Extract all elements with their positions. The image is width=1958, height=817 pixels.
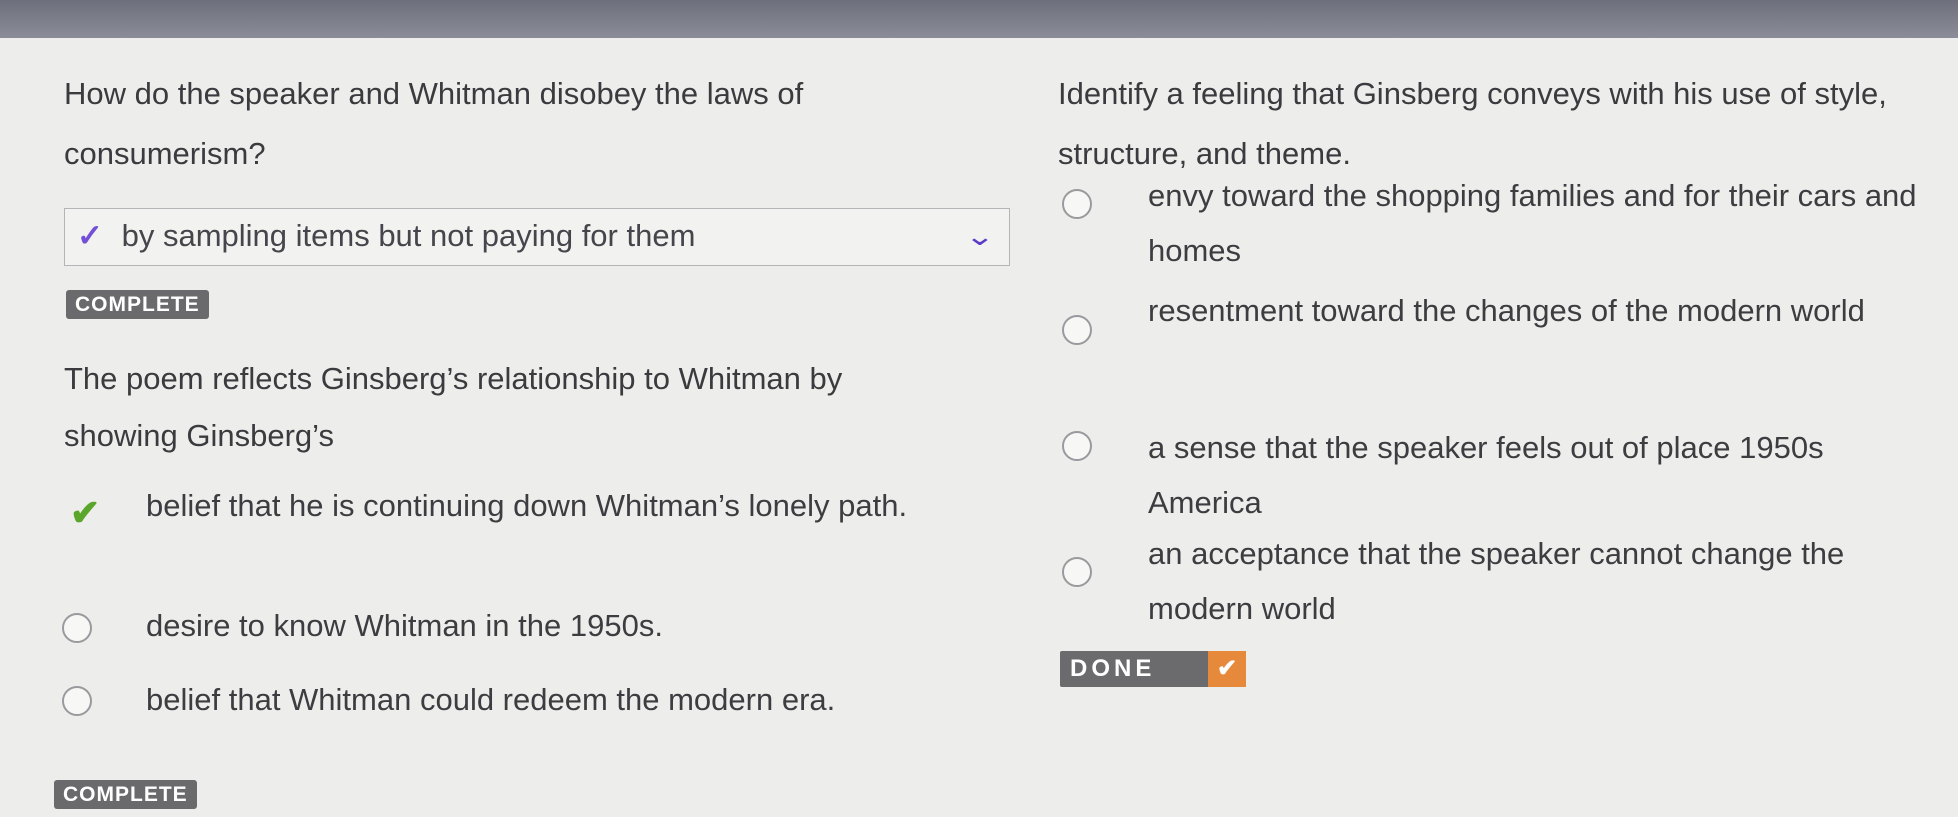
radio-button[interactable] — [1062, 189, 1092, 219]
question-2-option-1[interactable]: belief that he is continuing down Whitma… — [146, 478, 976, 533]
question-2-text: The poem reflects Ginsberg’s relationshi… — [64, 361, 843, 453]
done-button[interactable]: DONE ✔ — [1060, 651, 1246, 687]
question-3-option-4[interactable]: an acceptance that the speaker cannot ch… — [1148, 526, 1948, 636]
question-2-option-2[interactable]: desire to know Whitman in the 1950s. — [146, 598, 976, 653]
question-3-text: Identify a feeling that Ginsberg conveys… — [1058, 76, 1887, 171]
option-text: a sense that the speaker feels out of pl… — [1148, 430, 1824, 520]
status-badge-question-2: COMPLETE — [54, 780, 197, 809]
radio-button[interactable] — [1062, 315, 1092, 345]
status-badge-question-1: COMPLETE — [66, 290, 209, 319]
radio-button[interactable] — [62, 613, 92, 643]
question-3-option-1[interactable]: envy toward the shopping families and fo… — [1148, 168, 1948, 278]
question-1-text: How do the speaker and Whitman disobey t… — [64, 76, 804, 171]
question-3-option-2[interactable]: resentment toward the changes of the mod… — [1148, 283, 1948, 338]
radio-button[interactable] — [1062, 431, 1092, 461]
selected-checkmark-icon: ✔ — [70, 492, 101, 533]
done-label: DONE — [1070, 655, 1156, 682]
question-2-option-3[interactable]: belief that Whitman could redeem the mod… — [146, 672, 976, 727]
checkmark-icon: ✔ — [1208, 651, 1246, 687]
chevron-down-icon[interactable]: ⌄ — [965, 209, 996, 263]
question-3-option-3[interactable]: a sense that the speaker feels out of pl… — [1148, 420, 1948, 530]
dropdown-selected-value: by sampling items but not paying for the… — [121, 218, 696, 253]
radio-button[interactable] — [1062, 557, 1092, 587]
window-top-band — [0, 0, 1958, 38]
answer-dropdown[interactable]: ✓ by sampling items but not paying for t… — [64, 208, 1010, 266]
radio-button[interactable] — [62, 686, 92, 716]
checkmark-icon: ✓ — [77, 218, 103, 253]
